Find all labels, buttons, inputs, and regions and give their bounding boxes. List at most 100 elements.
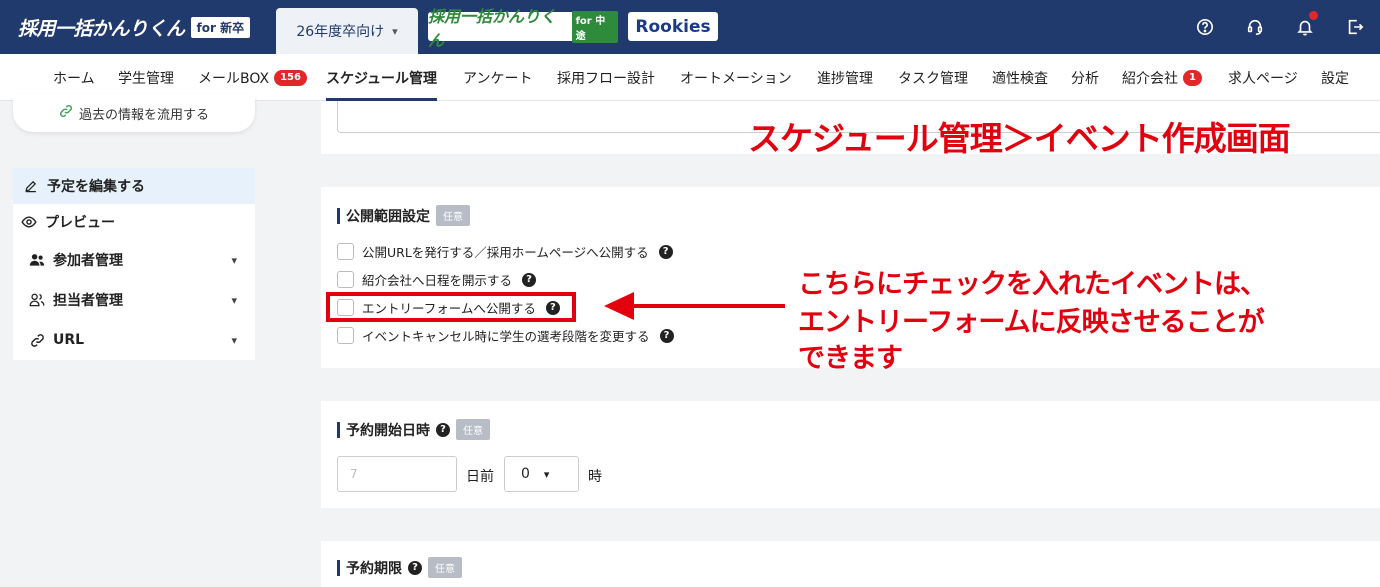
- logout-icon[interactable]: [1330, 16, 1380, 38]
- entry-form-option-highlight: [326, 292, 576, 322]
- pencil-icon: [23, 178, 39, 194]
- header-icons: [1180, 11, 1380, 38]
- nav-label: 進捗管理: [817, 70, 873, 87]
- help-icon[interactable]: ?: [522, 272, 537, 287]
- section-title: 予約期限: [346, 560, 402, 577]
- sidebar-item-staff[interactable]: 担当者管理 ▾: [13, 282, 255, 318]
- checkbox-label: イベントキャンセル時に学生の選考段階を変更する: [362, 329, 650, 344]
- sidebar-item-participants[interactable]: 参加者管理 ▾: [13, 242, 255, 278]
- app-logo-text: 採用一括かんりくん: [18, 17, 185, 40]
- help-icon[interactable]: ?: [659, 328, 674, 343]
- publish-option-agency: 紹介会社へ日程を開示する ?: [337, 270, 537, 289]
- annotation-arrow-icon: [604, 292, 785, 320]
- reuse-past-info-button[interactable]: 過去の情報を流用する: [13, 94, 255, 132]
- nav-label: 学生管理: [118, 70, 174, 87]
- checkbox-label: 紹介会社へ日程を開示する: [362, 273, 513, 288]
- sidebar-item-preview[interactable]: プレビュー: [13, 204, 255, 240]
- sidebar-item-label: プレビュー: [45, 215, 115, 231]
- nav-item-survey[interactable]: アンケート: [463, 54, 532, 101]
- nav-item-tasks[interactable]: タスク管理: [898, 54, 968, 101]
- sidebar-menu: 予定を編集する プレビュー 参加者管理 ▾ 担当者管理 ▾ URL ▾: [13, 168, 255, 360]
- sidebar-item-label: 参加者管理: [53, 253, 123, 269]
- nav-label: 分析: [1071, 70, 1099, 87]
- nav-item-progress[interactable]: 進捗管理: [817, 54, 873, 101]
- checkbox[interactable]: [337, 243, 354, 260]
- section-title: 予約開始日時: [346, 422, 430, 439]
- nav-item-flow-design[interactable]: 採用フロー設計: [557, 54, 655, 101]
- checkbox[interactable]: [337, 327, 354, 344]
- app-logo[interactable]: 採用一括かんりくん for 新卒: [18, 14, 251, 40]
- hour-select-value: 0: [521, 466, 530, 482]
- sidebar-item-edit[interactable]: 予定を編集する: [13, 168, 255, 204]
- nav-item-automation[interactable]: オートメーション: [680, 54, 792, 101]
- help-icon[interactable]: [1180, 16, 1230, 38]
- publish-option-cancel-stage: イベントキャンセル時に学生の選考段階を変更する ?: [337, 326, 674, 345]
- nav-item-aptitude[interactable]: 適性検査: [992, 54, 1048, 101]
- nav-label: ホーム: [53, 70, 95, 87]
- booking-start-header: 予約開始日時 ? 任意: [337, 419, 490, 440]
- publish-settings-header: 公開範囲設定 任意: [337, 205, 470, 226]
- year-select-value: 26年度卒向け: [296, 24, 385, 40]
- app-logo-tag: for 新卒: [190, 16, 251, 38]
- annotation-line-2: エントリーフォームに反映させることが: [798, 307, 1265, 338]
- checkbox-label: 公開URLを発行する／採用ホームページへ公開する: [362, 245, 649, 260]
- annotation-title: スケジュール管理＞イベント作成画面: [748, 119, 1291, 158]
- section-accent-bar: [337, 421, 340, 438]
- nav-item-analytics[interactable]: 分析: [1071, 54, 1099, 101]
- section-accent-bar: [337, 559, 340, 576]
- optional-badge: 任意: [436, 205, 470, 226]
- sidebar-item-label: 予定を編集する: [47, 179, 145, 195]
- users-icon: [29, 252, 45, 268]
- chevron-down-icon: ▾: [231, 293, 237, 307]
- year-select[interactable]: 26年度卒向け ▾: [276, 8, 418, 54]
- optional-badge: 任意: [456, 419, 490, 440]
- chevron-down-icon: ▾: [231, 333, 237, 347]
- chevron-down-icon: ▾: [543, 467, 550, 481]
- days-before-input[interactable]: 7: [337, 456, 457, 492]
- nav-label: 適性検査: [992, 70, 1048, 87]
- notification-dot: [1309, 11, 1318, 20]
- checkbox[interactable]: [337, 271, 354, 288]
- link-icon: [59, 104, 73, 122]
- section-title: 公開範囲設定: [346, 208, 430, 225]
- midcareer-logo-text: 採用一括かんりくん: [428, 6, 557, 50]
- help-icon[interactable]: ?: [408, 560, 422, 575]
- optional-badge: 任意: [428, 557, 462, 578]
- hour-select[interactable]: 0 ▾: [504, 456, 579, 492]
- midcareer-logo-tag: for 中途: [571, 10, 618, 43]
- sidebar-item-label: 担当者管理: [53, 293, 123, 309]
- annotation-line-1: こちらにチェックを入れたイベントは、: [798, 269, 1267, 300]
- nav-item-schedule[interactable]: スケジュール管理: [326, 54, 438, 101]
- nav-label: メールBOX: [198, 70, 270, 87]
- nav-item-agencies[interactable]: 紹介会社 1: [1122, 54, 1202, 101]
- nav-label: 紹介会社: [1122, 70, 1178, 87]
- nav-label: スケジュール管理: [326, 70, 438, 87]
- support-headset-icon[interactable]: [1230, 16, 1280, 38]
- agencies-count-badge: 1: [1183, 69, 1202, 86]
- bell-icon[interactable]: [1280, 11, 1330, 38]
- user-group-icon: [29, 292, 45, 308]
- reuse-past-info-label: 過去の情報を流用する: [78, 107, 209, 123]
- nav-label: 採用フロー設計: [557, 70, 655, 87]
- nav-label: 設定: [1321, 70, 1349, 87]
- hour-unit-label: 時: [588, 469, 602, 485]
- booking-start-card: 予約開始日時 ? 任意 7 日前 0 ▾ 時: [321, 401, 1380, 508]
- nav-item-settings[interactable]: 設定: [1321, 54, 1349, 101]
- nav-label: オートメーション: [680, 70, 792, 87]
- nav-item-job-page[interactable]: 求人ページ: [1228, 54, 1298, 101]
- rookies-link[interactable]: Rookies: [628, 12, 718, 41]
- help-icon[interactable]: ?: [658, 244, 673, 259]
- nav-label: アンケート: [463, 70, 533, 87]
- sidebar-item-url[interactable]: URL ▾: [13, 322, 255, 358]
- link-icon: [29, 332, 45, 348]
- section-accent-bar: [337, 207, 340, 224]
- nav-label: 求人ページ: [1228, 70, 1298, 87]
- top-header: 採用一括かんりくん for 新卒 26年度卒向け ▾ 採用一括かんりくん for…: [0, 0, 1380, 54]
- chevron-down-icon: ▾: [231, 253, 237, 267]
- nav-label: タスク管理: [898, 70, 968, 87]
- booking-deadline-header: 予約期限 ? 任意: [337, 557, 462, 578]
- midcareer-app-link[interactable]: 採用一括かんりくん for 中途: [428, 7, 618, 50]
- help-icon[interactable]: ?: [436, 422, 450, 437]
- mailbox-count-badge: 156: [274, 69, 307, 86]
- sidebar-item-label: URL: [53, 332, 85, 348]
